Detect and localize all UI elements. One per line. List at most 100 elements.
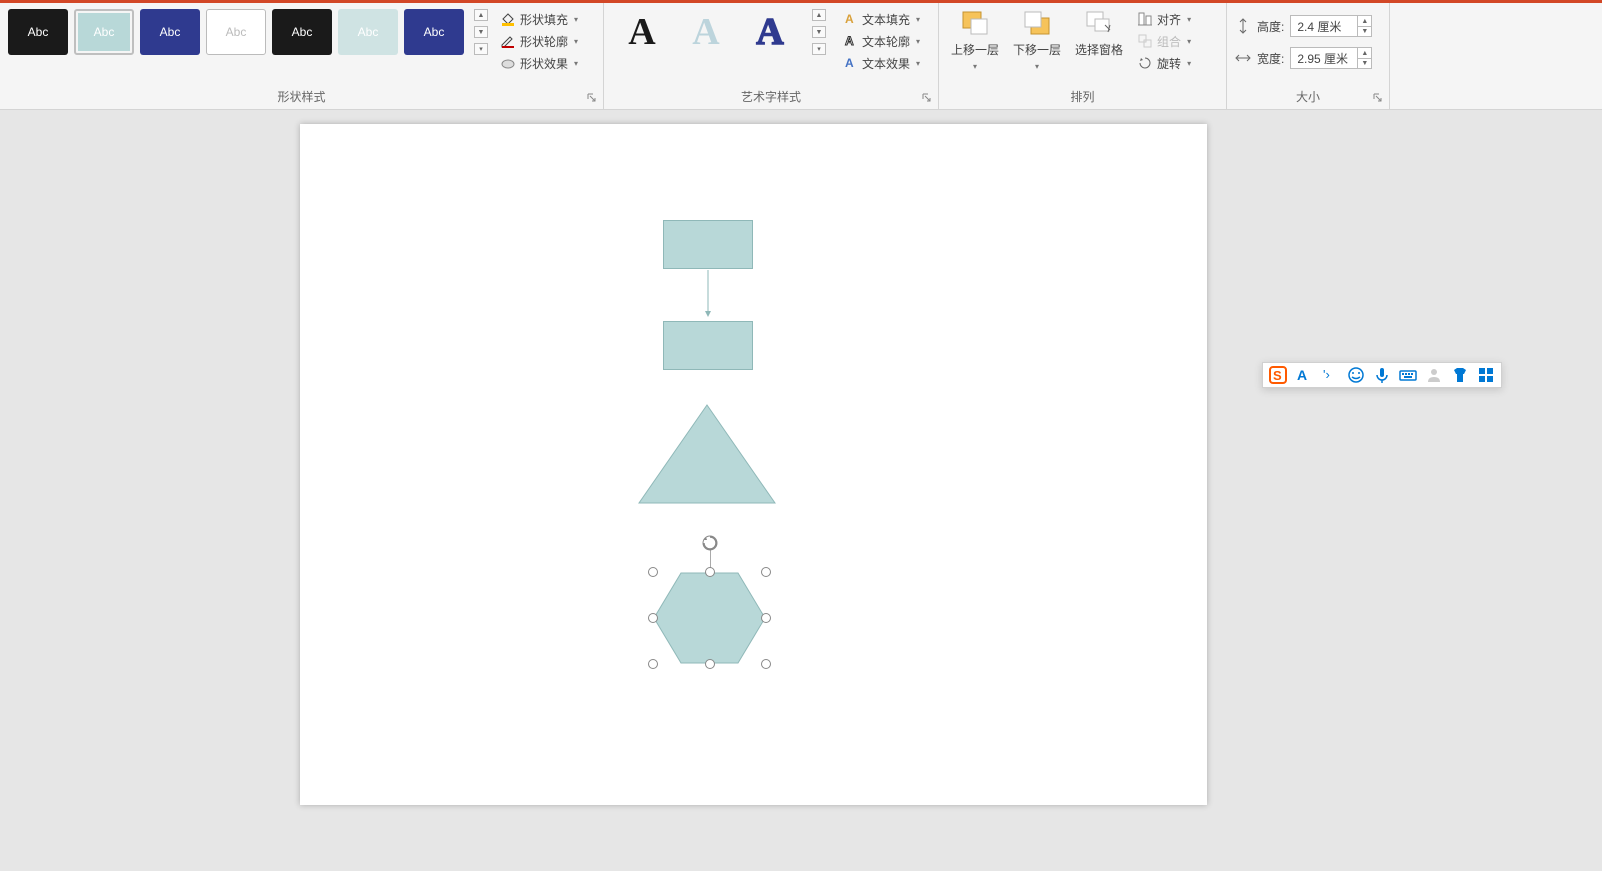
text-fill-label: 文本填充 bbox=[862, 11, 910, 28]
group-size: 高度: 2.4 厘米 ▲▼ 宽度: 2.95 厘米 ▲▼ 大小 bbox=[1227, 3, 1390, 109]
width-field[interactable]: 2.95 厘米 ▲▼ bbox=[1290, 47, 1372, 69]
handle-middle-right[interactable] bbox=[761, 613, 771, 623]
bring-forward-button[interactable]: 上移一层 ▾ bbox=[947, 9, 1003, 71]
selection-pane-icon bbox=[1083, 9, 1115, 37]
ime-toolbox-icon[interactable] bbox=[1477, 366, 1495, 384]
slide[interactable] bbox=[300, 124, 1207, 805]
handle-middle-left[interactable] bbox=[648, 613, 658, 623]
handle-top-right[interactable] bbox=[761, 567, 771, 577]
rotate-icon bbox=[1137, 55, 1153, 71]
group-title-wordart: 艺术字样式 bbox=[604, 85, 938, 109]
style-thumb-label: Abc bbox=[94, 25, 115, 39]
width-up-button[interactable]: ▲ bbox=[1357, 48, 1371, 58]
gallery-scroller: ▲ ▼ ▾ bbox=[474, 9, 488, 55]
dropdown-icon: ▾ bbox=[916, 59, 920, 68]
dropdown-icon: ▾ bbox=[916, 15, 920, 24]
group-title-arrange: 排列 bbox=[939, 85, 1226, 109]
svg-text:A: A bbox=[845, 56, 854, 70]
handle-bottom-middle[interactable] bbox=[705, 659, 715, 669]
style-thumb-label: Abc bbox=[160, 25, 181, 39]
wordart-up-button[interactable]: ▲ bbox=[812, 9, 826, 21]
dropdown-icon: ▾ bbox=[1187, 37, 1191, 46]
shape-outline-button[interactable]: 形状轮廓▾ bbox=[496, 31, 582, 51]
shape-rectangle-1[interactable] bbox=[663, 220, 753, 269]
height-up-button[interactable]: ▲ bbox=[1357, 16, 1371, 26]
ime-emoji-icon[interactable] bbox=[1347, 366, 1365, 384]
style-thumb-label: Abc bbox=[292, 25, 313, 39]
send-backward-button[interactable]: 下移一层 ▾ bbox=[1009, 9, 1065, 71]
send-backward-label: 下移一层 bbox=[1013, 41, 1061, 58]
gallery-more-button[interactable]: ▾ bbox=[474, 43, 488, 55]
group-shape-styles: Abc Abc Abc Abc Abc Abc Abc ▲ ▼ ▾ 形状填充▾ bbox=[0, 3, 604, 109]
style-thumb-label: Abc bbox=[28, 25, 49, 39]
selection-pane-button[interactable]: 选择窗格 bbox=[1071, 9, 1127, 71]
ime-voice-icon[interactable] bbox=[1373, 366, 1391, 384]
width-icon bbox=[1235, 50, 1251, 66]
effects-icon bbox=[500, 55, 516, 71]
style-thumb-black2[interactable]: Abc bbox=[272, 9, 332, 55]
wordart-scroller: ▲ ▼ ▾ bbox=[812, 9, 826, 55]
wordart-down-button[interactable]: ▼ bbox=[812, 26, 826, 38]
text-outline-button[interactable]: A 文本轮廓▾ bbox=[838, 31, 924, 51]
pen-icon bbox=[500, 33, 516, 49]
ime-person-icon[interactable] bbox=[1425, 366, 1443, 384]
dialog-launcher-shape-styles[interactable] bbox=[585, 91, 599, 105]
ime-punct-icon[interactable]: '› bbox=[1321, 366, 1339, 384]
handle-bottom-left[interactable] bbox=[648, 659, 658, 669]
height-down-button[interactable]: ▼ bbox=[1357, 26, 1371, 36]
gallery-down-button[interactable]: ▼ bbox=[474, 26, 488, 38]
height-row: 高度: 2.4 厘米 ▲▼ bbox=[1235, 15, 1372, 37]
group-title-size: 大小 bbox=[1227, 85, 1389, 109]
send-backward-icon bbox=[1021, 9, 1053, 37]
rotate-button[interactable]: 旋转▾ bbox=[1133, 53, 1195, 73]
style-thumb-label: Abc bbox=[358, 25, 379, 39]
style-thumb-teal-selected[interactable]: Abc bbox=[74, 9, 134, 55]
ime-skin-icon[interactable] bbox=[1451, 366, 1469, 384]
align-button[interactable]: 对齐▾ bbox=[1133, 9, 1195, 29]
shape-hexagon-selected[interactable] bbox=[653, 572, 766, 664]
rotation-handle[interactable] bbox=[701, 534, 719, 552]
ime-toolbar[interactable]: S A '› bbox=[1262, 362, 1502, 388]
selection-box[interactable] bbox=[653, 572, 766, 664]
width-value: 2.95 厘米 bbox=[1291, 50, 1357, 67]
height-field[interactable]: 2.4 厘米 ▲▼ bbox=[1290, 15, 1372, 37]
bring-forward-label: 上移一层 bbox=[951, 41, 999, 58]
width-down-button[interactable]: ▼ bbox=[1357, 58, 1371, 68]
wordart-style-solid[interactable]: A bbox=[616, 9, 668, 55]
dialog-launcher-wordart[interactable] bbox=[920, 91, 934, 105]
wordart-style-gray[interactable]: A bbox=[680, 9, 732, 55]
style-thumb-black[interactable]: Abc bbox=[8, 9, 68, 55]
shape-fill-button[interactable]: 形状填充▾ bbox=[496, 9, 582, 29]
handle-bottom-right[interactable] bbox=[761, 659, 771, 669]
style-thumb-label: Abc bbox=[226, 25, 247, 39]
style-thumb-teal2[interactable]: Abc bbox=[338, 9, 398, 55]
style-thumb-royal2[interactable]: Abc bbox=[404, 9, 464, 55]
handle-top-middle[interactable] bbox=[705, 567, 715, 577]
slide-canvas-area[interactable] bbox=[0, 110, 1602, 871]
shape-effects-button[interactable]: 形状效果▾ bbox=[496, 53, 582, 73]
svg-text:'›: '› bbox=[1323, 367, 1330, 382]
text-commands: A 文本填充 ▾ A 文本轮廓▾ A 文本效果▾ bbox=[838, 9, 924, 73]
wordart-style-outline[interactable]: A bbox=[744, 9, 796, 55]
ime-cn-icon[interactable]: A bbox=[1295, 366, 1313, 384]
dropdown-icon: ▾ bbox=[574, 15, 578, 24]
shape-rectangle-2[interactable] bbox=[663, 321, 753, 370]
shape-arrow-connector[interactable] bbox=[703, 270, 713, 321]
dialog-launcher-size[interactable] bbox=[1371, 91, 1385, 105]
gallery-up-button[interactable]: ▲ bbox=[474, 9, 488, 21]
sogou-logo-icon[interactable]: S bbox=[1269, 366, 1287, 384]
shape-triangle[interactable] bbox=[638, 404, 776, 504]
bring-forward-icon bbox=[959, 9, 991, 37]
shape-commands: 形状填充▾ 形状轮廓▾ 形状效果▾ bbox=[496, 9, 582, 73]
handle-top-left[interactable] bbox=[648, 567, 658, 577]
wordart-more-button[interactable]: ▾ bbox=[812, 43, 826, 55]
style-thumb-label: Abc bbox=[424, 25, 445, 39]
group-label: 组合 bbox=[1157, 33, 1181, 50]
text-effects-button[interactable]: A 文本效果▾ bbox=[838, 53, 924, 73]
rotate-label: 旋转 bbox=[1157, 55, 1181, 72]
style-thumb-white[interactable]: Abc bbox=[206, 9, 266, 55]
text-fill-button[interactable]: A 文本填充▾ bbox=[838, 9, 924, 29]
ime-keyboard-icon[interactable] bbox=[1399, 366, 1417, 384]
align-label: 对齐 bbox=[1157, 11, 1181, 28]
style-thumb-royal[interactable]: Abc bbox=[140, 9, 200, 55]
